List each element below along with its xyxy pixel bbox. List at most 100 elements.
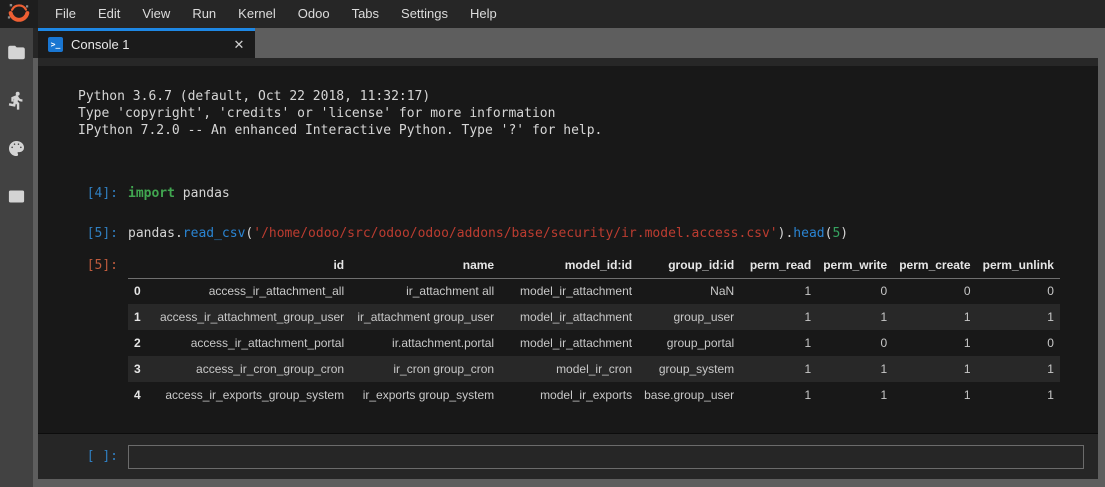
menu-bar: FileEditViewRunKernelOdooTabsSettingsHel… [0,0,1105,28]
code-token: '/home/odoo/src/odoo/odoo/addons/base/se… [253,226,777,241]
dataframe-table: idnamemodel_id:idgroup_id:idperm_readper… [128,254,1060,408]
table-cell: group_user [638,304,740,330]
console-content[interactable]: Python 3.6.7 (default, Oct 22 2018, 11:3… [38,66,1098,433]
table-row: 4access_ir_exports_group_systemir_export… [128,382,1060,408]
console-panel: Python 3.6.7 (default, Oct 22 2018, 11:3… [38,58,1098,479]
menu-item-kernel[interactable]: Kernel [227,0,287,28]
table-cell: base.group_user [638,382,740,408]
code-cell: [4]: import pandas [38,185,1098,202]
table-cell: 1 [817,382,893,408]
menu-items: FileEditViewRunKernelOdooTabsSettingsHel… [38,0,508,28]
table-cell: 1 [977,304,1060,330]
odoo-sh-logo [0,0,38,28]
input-prompt: [4]: [38,185,128,202]
table-cell: 0 [817,278,893,304]
table-cell: ir_exports group_system [350,382,500,408]
column-header: perm_read [740,254,817,278]
table-cell: 1 [893,382,976,408]
table-cell: 1 [740,278,817,304]
menu-item-tabs[interactable]: Tabs [341,0,390,28]
row-index: 2 [128,330,154,356]
code-token: ). [778,226,794,241]
empty-input-prompt: [ ]: [38,449,128,464]
dataframe-header: idnamemodel_id:idgroup_id:idperm_readper… [128,254,1060,278]
table-cell: access_ir_exports_group_system [154,382,350,408]
menu-item-run[interactable]: Run [181,0,227,28]
code-line: import pandas [128,185,230,202]
tab-title: Console 1 [71,37,223,52]
table-cell: 0 [977,330,1060,356]
code-token: pandas [175,186,230,201]
table-cell: 1 [740,356,817,382]
table-row: 3access_ir_cron_group_cronir_cron group_… [128,356,1060,382]
table-cell: model_ir_cron [500,356,638,382]
table-row: 2access_ir_attachment_portalir.attachmen… [128,330,1060,356]
table-row: 1access_ir_attachment_group_userir_attac… [128,304,1060,330]
panel-top-strip [38,58,1098,66]
menu-item-file[interactable]: File [44,0,87,28]
row-index: 4 [128,382,154,408]
column-header: group_id:id [638,254,740,278]
table-cell: 0 [977,278,1060,304]
table-cell: access_ir_attachment_portal [154,330,350,356]
table-cell: 1 [740,382,817,408]
table-cell: group_system [638,356,740,382]
file-browser-icon[interactable] [7,42,27,62]
table-cell: 1 [817,356,893,382]
menu-item-odoo[interactable]: Odoo [287,0,341,28]
menu-item-edit[interactable]: Edit [87,0,131,28]
table-cell: model_ir_exports [500,382,638,408]
running-sessions-icon[interactable] [7,90,27,110]
row-index: 3 [128,356,154,382]
tab-bar: >_ Console 1 ✕ [33,28,1105,58]
console-input-area: [ ]: [38,433,1098,479]
code-token: pandas. [128,226,183,241]
code-token: import [128,186,175,201]
table-cell: access_ir_attachment_group_user [154,304,350,330]
column-header: perm_write [817,254,893,278]
table-cell: 1 [977,382,1060,408]
table-cell: 1 [893,330,976,356]
code-input-field[interactable] [128,445,1084,469]
output-prompt: [5]: [38,254,128,274]
input-prompt: [5]: [38,225,128,242]
table-cell: 0 [817,330,893,356]
code-cell: [5]: pandas.read_csv('/home/odoo/src/odo… [38,225,1098,242]
column-header: name [350,254,500,278]
menu-item-settings[interactable]: Settings [390,0,459,28]
output-cell: [5]: idnamemodel_id:idgroup_id:idperm_re… [38,254,1098,408]
jupyterlab-window: FileEditViewRunKernelOdooTabsSettingsHel… [0,0,1105,487]
column-header: perm_create [893,254,976,278]
table-cell: access_ir_attachment_all [154,278,350,304]
table-row: 0access_ir_attachment_allir_attachment a… [128,278,1060,304]
open-tabs-icon[interactable] [7,186,27,206]
table-cell: 1 [817,304,893,330]
console-icon: >_ [48,37,63,52]
table-cell: 1 [977,356,1060,382]
menu-item-help[interactable]: Help [459,0,508,28]
table-cell: 1 [740,330,817,356]
activity-sidebar [0,28,33,487]
odoo-sh-logo-icon [6,1,32,27]
code-line: pandas.read_csv('/home/odoo/src/odoo/odo… [128,225,848,242]
tab-close-icon[interactable]: ✕ [231,37,247,53]
table-cell: model_ir_attachment [500,278,638,304]
table-cell: ir_attachment all [350,278,500,304]
menu-item-view[interactable]: View [131,0,181,28]
command-palette-icon[interactable] [7,138,27,158]
table-cell: ir_attachment group_user [350,304,500,330]
table-cell: group_portal [638,330,740,356]
code-token: read_csv [183,226,246,241]
code-token: head [793,226,824,241]
table-cell: model_ir_attachment [500,304,638,330]
column-header: id [154,254,350,278]
row-index: 0 [128,278,154,304]
row-index: 1 [128,304,154,330]
tab-console-1[interactable]: >_ Console 1 ✕ [38,28,255,58]
dock-panel: >_ Console 1 ✕ Python 3.6.7 (default, Oc… [33,28,1105,487]
column-header: model_id:id [500,254,638,278]
column-header: perm_unlink [977,254,1060,278]
table-cell: 1 [740,304,817,330]
column-header [128,254,154,278]
table-cell: 0 [893,278,976,304]
